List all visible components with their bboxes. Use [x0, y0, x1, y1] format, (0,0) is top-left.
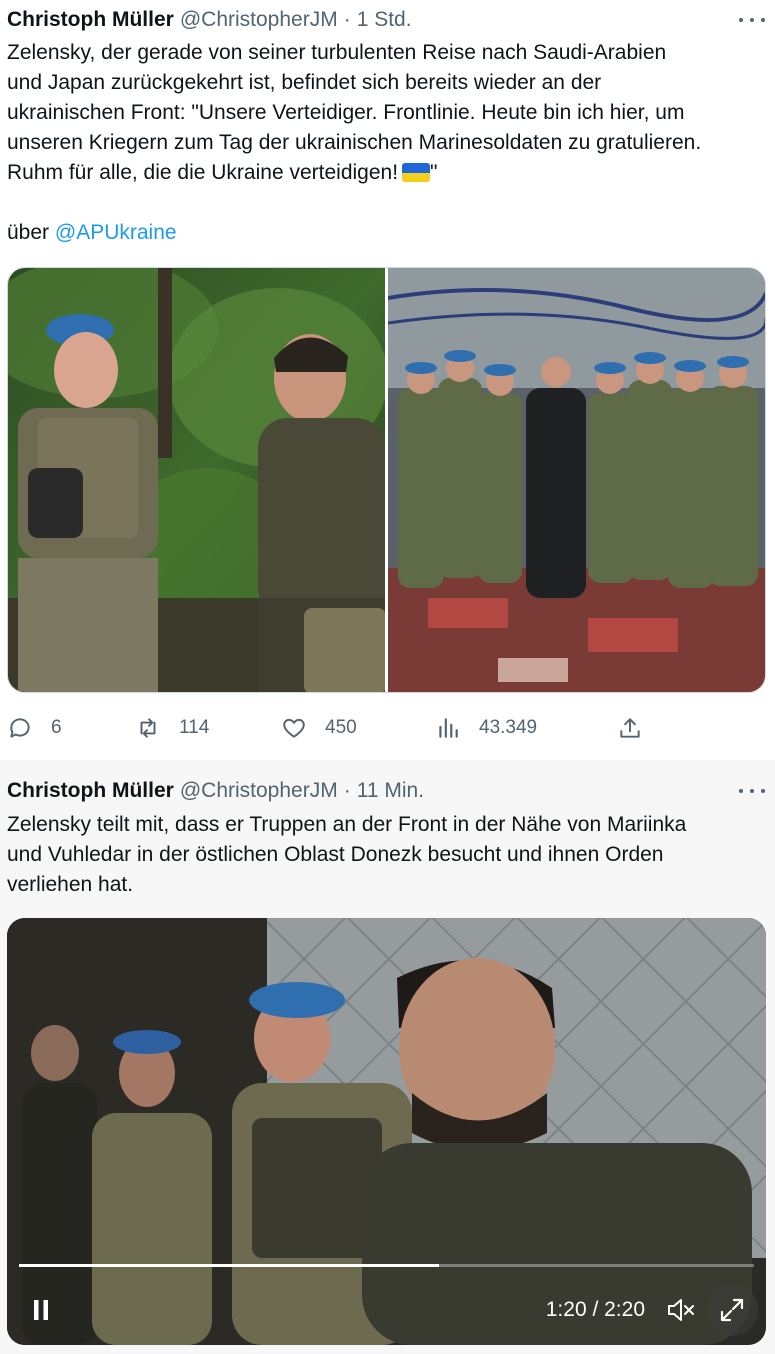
views-chart-icon — [439, 718, 458, 738]
repost-icon — [140, 718, 156, 738]
reply-icon — [10, 718, 30, 738]
video-frame — [7, 918, 766, 1345]
like-button[interactable]: 450 — [281, 710, 357, 746]
tweet-text: Zelensky, der gerade von seiner turbulen… — [7, 38, 769, 248]
tweet-text-line: verliehen hat. — [7, 873, 134, 896]
views-count: 43.349 — [479, 717, 538, 738]
tweet-header: Christoph Müller @ChristopherJM · 1 Std. — [7, 5, 765, 35]
author-handle[interactable]: @ChristopherJM — [180, 8, 338, 32]
views-button[interactable]: 43.349 — [435, 710, 537, 746]
post-time[interactable]: 11 Min. — [357, 779, 424, 803]
repost-button[interactable]: 114 — [135, 710, 209, 746]
author-name[interactable]: Christoph Müller — [7, 8, 174, 32]
share-button[interactable] — [617, 710, 643, 746]
fullscreen-button[interactable] — [706, 1284, 758, 1336]
video-player[interactable]: 1:20 / 2:20 — [7, 918, 766, 1345]
pause-button[interactable] — [27, 1296, 55, 1324]
video-progress-bar[interactable] — [19, 1264, 754, 1267]
tweet-text-line: und Vuhledar in der östlichen Oblast Don… — [7, 843, 664, 866]
author-name[interactable]: Christoph Müller — [7, 779, 174, 803]
author-handle[interactable]: @ChristopherJM — [180, 779, 338, 803]
media-grid — [7, 267, 766, 693]
separator-dot: · — [343, 8, 351, 31]
photo-officer-and-zelensky[interactable] — [8, 268, 385, 692]
expand-icon — [720, 1298, 744, 1322]
via-line: über @APUkraine — [7, 218, 769, 248]
closing-quote: " — [430, 161, 438, 184]
action-bar: 6 114 450 43.349 — [7, 710, 647, 746]
share-icon — [620, 718, 640, 738]
tweet-text-line: Ruhm für alle, die die Ukraine verteidig… — [7, 158, 769, 188]
muted-speaker-icon — [668, 1299, 694, 1321]
mute-button[interactable] — [666, 1296, 696, 1324]
video-progress-fill — [19, 1264, 439, 1267]
tweet-2[interactable]: Christoph Müller @ChristopherJM · 11 Min… — [0, 760, 775, 1354]
tweet-text-line: Zelensky teilt mit, dass er Truppen an d… — [7, 813, 687, 836]
tweet-text-line: unseren Kriegern zum Tag der ukrainische… — [7, 131, 702, 154]
tweet-text-line: Zelensky, der gerade von seiner turbulen… — [7, 41, 667, 64]
repost-count: 114 — [179, 717, 210, 738]
tweet-header: Christoph Müller @ChristopherJM · 11 Min… — [7, 776, 765, 806]
tweet-text-segment: Ruhm für alle, die die Ukraine verteidig… — [7, 161, 399, 184]
separator-dot: · — [343, 779, 351, 802]
photo-group-soldiers[interactable] — [388, 268, 765, 692]
mention-link[interactable]: @APUkraine — [55, 221, 177, 244]
video-time: 1:20 / 2:20 — [545, 1298, 645, 1321]
via-text: über — [7, 221, 50, 244]
tweet-text-line: und Japan zurückgekehrt ist, befindet si… — [7, 71, 602, 94]
more-options-icon[interactable] — [739, 10, 765, 30]
pause-icon — [34, 1300, 48, 1320]
more-options-icon[interactable] — [739, 781, 765, 801]
tweet-1[interactable]: Christoph Müller @ChristopherJM · 1 Std.… — [0, 0, 775, 760]
post-time[interactable]: 1 Std. — [357, 8, 412, 32]
reply-button[interactable]: 6 — [7, 710, 62, 746]
like-count: 450 — [325, 717, 357, 738]
reply-count: 6 — [51, 717, 62, 738]
ukraine-flag-icon — [402, 163, 431, 182]
tweet-text-line: ukrainischen Front: "Unsere Verteidiger.… — [7, 101, 685, 124]
heart-icon — [283, 718, 305, 738]
tweet-text: Zelensky teilt mit, dass er Truppen an d… — [7, 810, 769, 900]
